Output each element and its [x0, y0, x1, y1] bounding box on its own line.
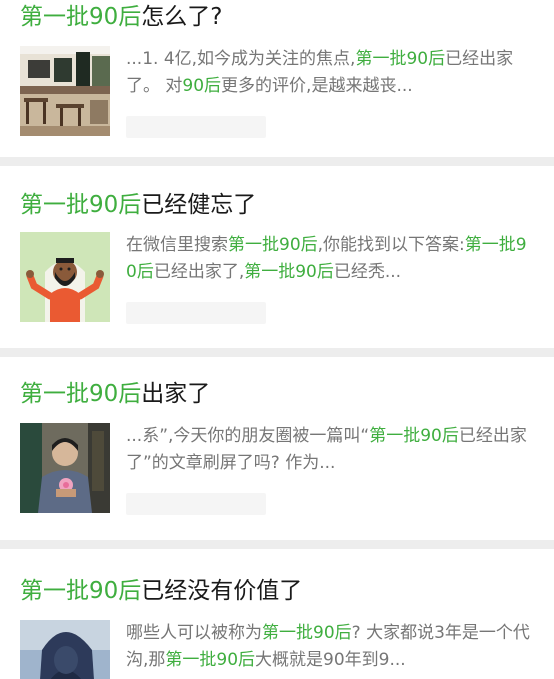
highlight-keyword: 第一批90后 [355, 49, 446, 69]
result-snippet: 在微信里搜索第一批90后,你能找到以下答案:第一批90后已经出家了,第一批90后… [126, 232, 534, 286]
result-separator [0, 348, 554, 357]
result-snippet: 哪些人可以被称为第一批90后? 大家都说3年是一个代沟,那第一批90后大概就是9… [126, 620, 534, 674]
text-segment: ...1. 4亿,如今成为关注的焦点, [126, 49, 356, 69]
text-segment: 大概就是90年到9... [255, 650, 406, 670]
result-title[interactable]: 第一批90后出家了 [20, 357, 534, 409]
text-segment: 哪些人可以被称为 [126, 623, 262, 643]
result-card[interactable]: 第一批90后已经没有价值了 哪些人可以被称为第一批90后? 大家都说3年是一个代… [0, 549, 554, 679]
result-card[interactable]: 第一批90后怎么了? ...1. 4亿,如今成为关注的焦点,第一批90后已经出家… [0, 2, 554, 157]
text-segment: 已经健忘了 [141, 192, 257, 218]
result-title[interactable]: 第一批90后已经没有价值了 [20, 549, 534, 606]
hooded-figure-photo [20, 620, 110, 679]
highlight-keyword: 第一批90后 [228, 235, 318, 255]
shrug-person-illustration [20, 232, 110, 322]
highlight-keyword: 90后 [182, 76, 222, 96]
text-segment: 更多的评价,是越来越丧... [221, 76, 413, 96]
monk-with-lotus-thumbnail[interactable] [20, 423, 110, 513]
highlight-keyword: 第一批90后 [20, 192, 142, 218]
highlight-keyword: 第一批90后 [20, 381, 142, 407]
result-title[interactable]: 第一批90后已经健忘了 [20, 166, 534, 220]
highlight-keyword: 第一批90后 [244, 262, 334, 282]
result-title[interactable]: 第一批90后怎么了? [20, 2, 534, 32]
highlight-keyword: 第一批90后 [20, 4, 142, 30]
hooded-figure-thumbnail[interactable] [20, 620, 110, 679]
text-segment: 已经出家了, [153, 262, 245, 282]
text-segment: 已经秃... [333, 262, 402, 282]
highlight-keyword: 第一批90后 [369, 426, 459, 446]
result-source [126, 493, 266, 515]
monk-with-lotus-photo [20, 423, 110, 513]
text-segment: 在微信里搜索 [126, 235, 228, 255]
text-segment: 已经没有价值了 [141, 578, 303, 604]
highlight-keyword: 第一批90后 [20, 578, 142, 604]
text-segment: ...系”,今天你的朋友圈被一篇叫“ [126, 426, 370, 446]
result-separator [0, 157, 554, 166]
result-card[interactable]: 第一批90后已经健忘了 在微信里搜索第一批90后,你能找到以下答案:第一批90后… [0, 166, 554, 348]
search-results-list: 第一批90后怎么了? ...1. 4亿,如今成为关注的焦点,第一批90后已经出家… [0, 2, 554, 679]
result-source [126, 116, 266, 138]
text-segment: ,你能找到以下答案: [317, 235, 465, 255]
text-segment: 怎么了? [141, 4, 223, 30]
highlight-keyword: 第一批90后 [165, 650, 256, 670]
result-snippet: ...1. 4亿,如今成为关注的焦点,第一批90后已经出家了。 对90后更多的评… [126, 46, 534, 100]
result-card[interactable]: 第一批90后出家了 ...系”,今天你的朋友圈被一篇叫“第一批90后已经出家了”… [0, 357, 554, 540]
text-segment: 出家了 [141, 381, 211, 407]
result-separator [0, 540, 554, 549]
result-snippet: ...系”,今天你的朋友圈被一篇叫“第一批90后已经出家了”的文章刷屏了吗? 作… [126, 423, 534, 477]
highlight-keyword: 第一批90后 [262, 623, 352, 643]
cafe-interior-thumbnail[interactable] [20, 46, 110, 136]
result-source [126, 302, 266, 324]
shrug-person-thumbnail[interactable] [20, 232, 110, 322]
cafe-interior-image [20, 46, 110, 136]
